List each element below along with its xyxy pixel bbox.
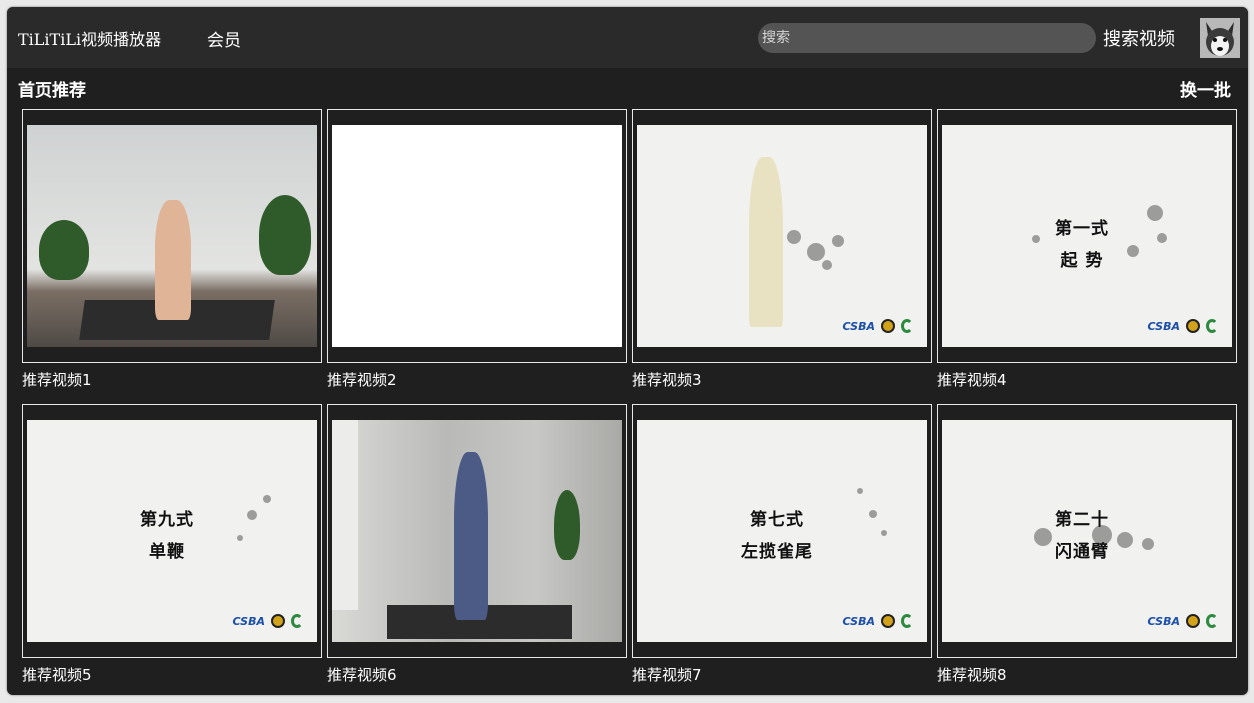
person-graphic bbox=[749, 157, 783, 327]
c-logo-icon bbox=[1206, 614, 1218, 628]
ink-dot bbox=[237, 535, 243, 541]
video-card-8[interactable]: 第二十 闪通臂 CSBA 推荐视频8 bbox=[937, 404, 1237, 689]
search-input[interactable] bbox=[758, 23, 1096, 53]
video-thumbnail-frame[interactable] bbox=[327, 404, 627, 658]
logo-row: CSBA bbox=[842, 319, 913, 333]
video-title[interactable]: 推荐视频7 bbox=[632, 664, 932, 685]
ink-dot bbox=[822, 260, 832, 270]
app-window: TiLiTiLi视频播放器 会员 搜索视频 首页推荐 换一批 bbox=[7, 7, 1248, 695]
seal-logo-icon bbox=[881, 319, 895, 333]
video-caption: 第一式 起 势 bbox=[1055, 219, 1109, 271]
video-title[interactable]: 推荐视频4 bbox=[937, 369, 1237, 390]
video-grid: 推荐视频1 推荐视频2 CSBA 推荐视频3 第一式 起 势 CSBA 推荐视频… bbox=[22, 109, 1237, 689]
door-graphic bbox=[332, 420, 358, 610]
video-card-3[interactable]: CSBA 推荐视频3 bbox=[632, 109, 932, 404]
ink-dot bbox=[1127, 245, 1139, 257]
video-card-7[interactable]: 第七式 左揽雀尾 CSBA 推荐视频7 bbox=[632, 404, 932, 689]
avatar[interactable] bbox=[1200, 18, 1240, 58]
video-card-5[interactable]: 第九式 单鞭 CSBA 推荐视频5 bbox=[22, 404, 322, 689]
person-graphic bbox=[155, 200, 191, 320]
seal-logo-icon bbox=[1186, 614, 1200, 628]
c-logo-icon bbox=[291, 614, 303, 628]
ink-dot bbox=[247, 510, 257, 520]
plant-graphic bbox=[259, 195, 311, 275]
ink-dot bbox=[869, 510, 877, 518]
video-title[interactable]: 推荐视频5 bbox=[22, 664, 322, 685]
husky-avatar-icon bbox=[1200, 18, 1240, 58]
video-caption: 第九式 单鞭 bbox=[140, 510, 194, 562]
member-link[interactable]: 会员 bbox=[207, 26, 241, 51]
ink-dot bbox=[1142, 538, 1154, 550]
ink-dot bbox=[857, 488, 863, 494]
video-thumbnail-frame[interactable]: 第一式 起 势 CSBA bbox=[937, 109, 1237, 363]
video-title[interactable]: 推荐视频6 bbox=[327, 664, 627, 685]
csba-logo: CSBA bbox=[842, 614, 875, 628]
c-logo-icon bbox=[1206, 319, 1218, 333]
csba-logo: CSBA bbox=[1147, 614, 1180, 628]
csba-logo: CSBA bbox=[842, 319, 875, 333]
ink-dot bbox=[263, 495, 271, 503]
plant-graphic bbox=[554, 490, 580, 560]
video-card-4[interactable]: 第一式 起 势 CSBA 推荐视频4 bbox=[937, 109, 1237, 404]
logo-row: CSBA bbox=[842, 614, 913, 628]
ink-dot bbox=[1032, 235, 1040, 243]
video-thumbnail-frame[interactable] bbox=[327, 109, 627, 363]
c-logo-icon bbox=[901, 319, 913, 333]
refresh-button[interactable]: 换一批 bbox=[1180, 76, 1231, 101]
ink-dot bbox=[787, 230, 801, 244]
video-thumbnail[interactable]: CSBA bbox=[637, 125, 927, 347]
csba-logo: CSBA bbox=[232, 614, 265, 628]
video-title[interactable]: 推荐视频1 bbox=[22, 369, 322, 390]
section-title: 首页推荐 bbox=[18, 81, 86, 101]
video-thumbnail[interactable] bbox=[332, 420, 622, 642]
seal-logo-icon bbox=[1186, 319, 1200, 333]
person-graphic bbox=[454, 452, 488, 620]
video-caption: 第七式 左揽雀尾 bbox=[741, 510, 813, 562]
video-title[interactable]: 推荐视频8 bbox=[937, 664, 1237, 685]
video-thumbnail-frame[interactable] bbox=[22, 109, 322, 363]
search-video-button[interactable]: 搜索视频 bbox=[1103, 25, 1175, 51]
video-thumbnail-frame[interactable]: 第二十 闪通臂 CSBA bbox=[937, 404, 1237, 658]
video-card-2[interactable]: 推荐视频2 bbox=[327, 109, 627, 404]
ink-dot bbox=[832, 235, 844, 247]
video-thumbnail[interactable] bbox=[27, 125, 317, 347]
video-title[interactable]: 推荐视频2 bbox=[327, 369, 627, 390]
app-title: TiLiTiLi视频播放器 bbox=[18, 30, 162, 49]
video-card-1[interactable]: 推荐视频1 bbox=[22, 109, 322, 404]
video-thumbnail-frame[interactable]: CSBA bbox=[632, 109, 932, 363]
ink-dot bbox=[1157, 233, 1167, 243]
video-thumbnail[interactable]: 第九式 单鞭 CSBA bbox=[27, 420, 317, 642]
logo-row: CSBA bbox=[1147, 614, 1218, 628]
video-title[interactable]: 推荐视频3 bbox=[632, 369, 932, 390]
video-caption: 第二十 闪通臂 bbox=[1055, 510, 1109, 562]
video-thumbnail[interactable]: 第一式 起 势 CSBA bbox=[942, 125, 1232, 347]
logo-row: CSBA bbox=[232, 614, 303, 628]
seal-logo-icon bbox=[271, 614, 285, 628]
ink-dot bbox=[807, 243, 825, 261]
ink-dot bbox=[881, 530, 887, 536]
plant-graphic bbox=[39, 220, 89, 280]
video-thumbnail[interactable]: 第二十 闪通臂 CSBA bbox=[942, 420, 1232, 642]
video-thumbnail-frame[interactable]: 第七式 左揽雀尾 CSBA bbox=[632, 404, 932, 658]
video-thumbnail-frame[interactable]: 第九式 单鞭 CSBA bbox=[22, 404, 322, 658]
video-card-6[interactable]: 推荐视频6 bbox=[327, 404, 627, 689]
video-thumbnail[interactable]: 第七式 左揽雀尾 CSBA bbox=[637, 420, 927, 642]
logo-row: CSBA bbox=[1147, 319, 1218, 333]
seal-logo-icon bbox=[881, 614, 895, 628]
c-logo-icon bbox=[901, 614, 913, 628]
ink-dot bbox=[1147, 205, 1163, 221]
top-bar: TiLiTiLi视频播放器 会员 搜索视频 bbox=[7, 7, 1248, 68]
video-thumbnail[interactable] bbox=[332, 125, 622, 347]
csba-logo: CSBA bbox=[1147, 319, 1180, 333]
